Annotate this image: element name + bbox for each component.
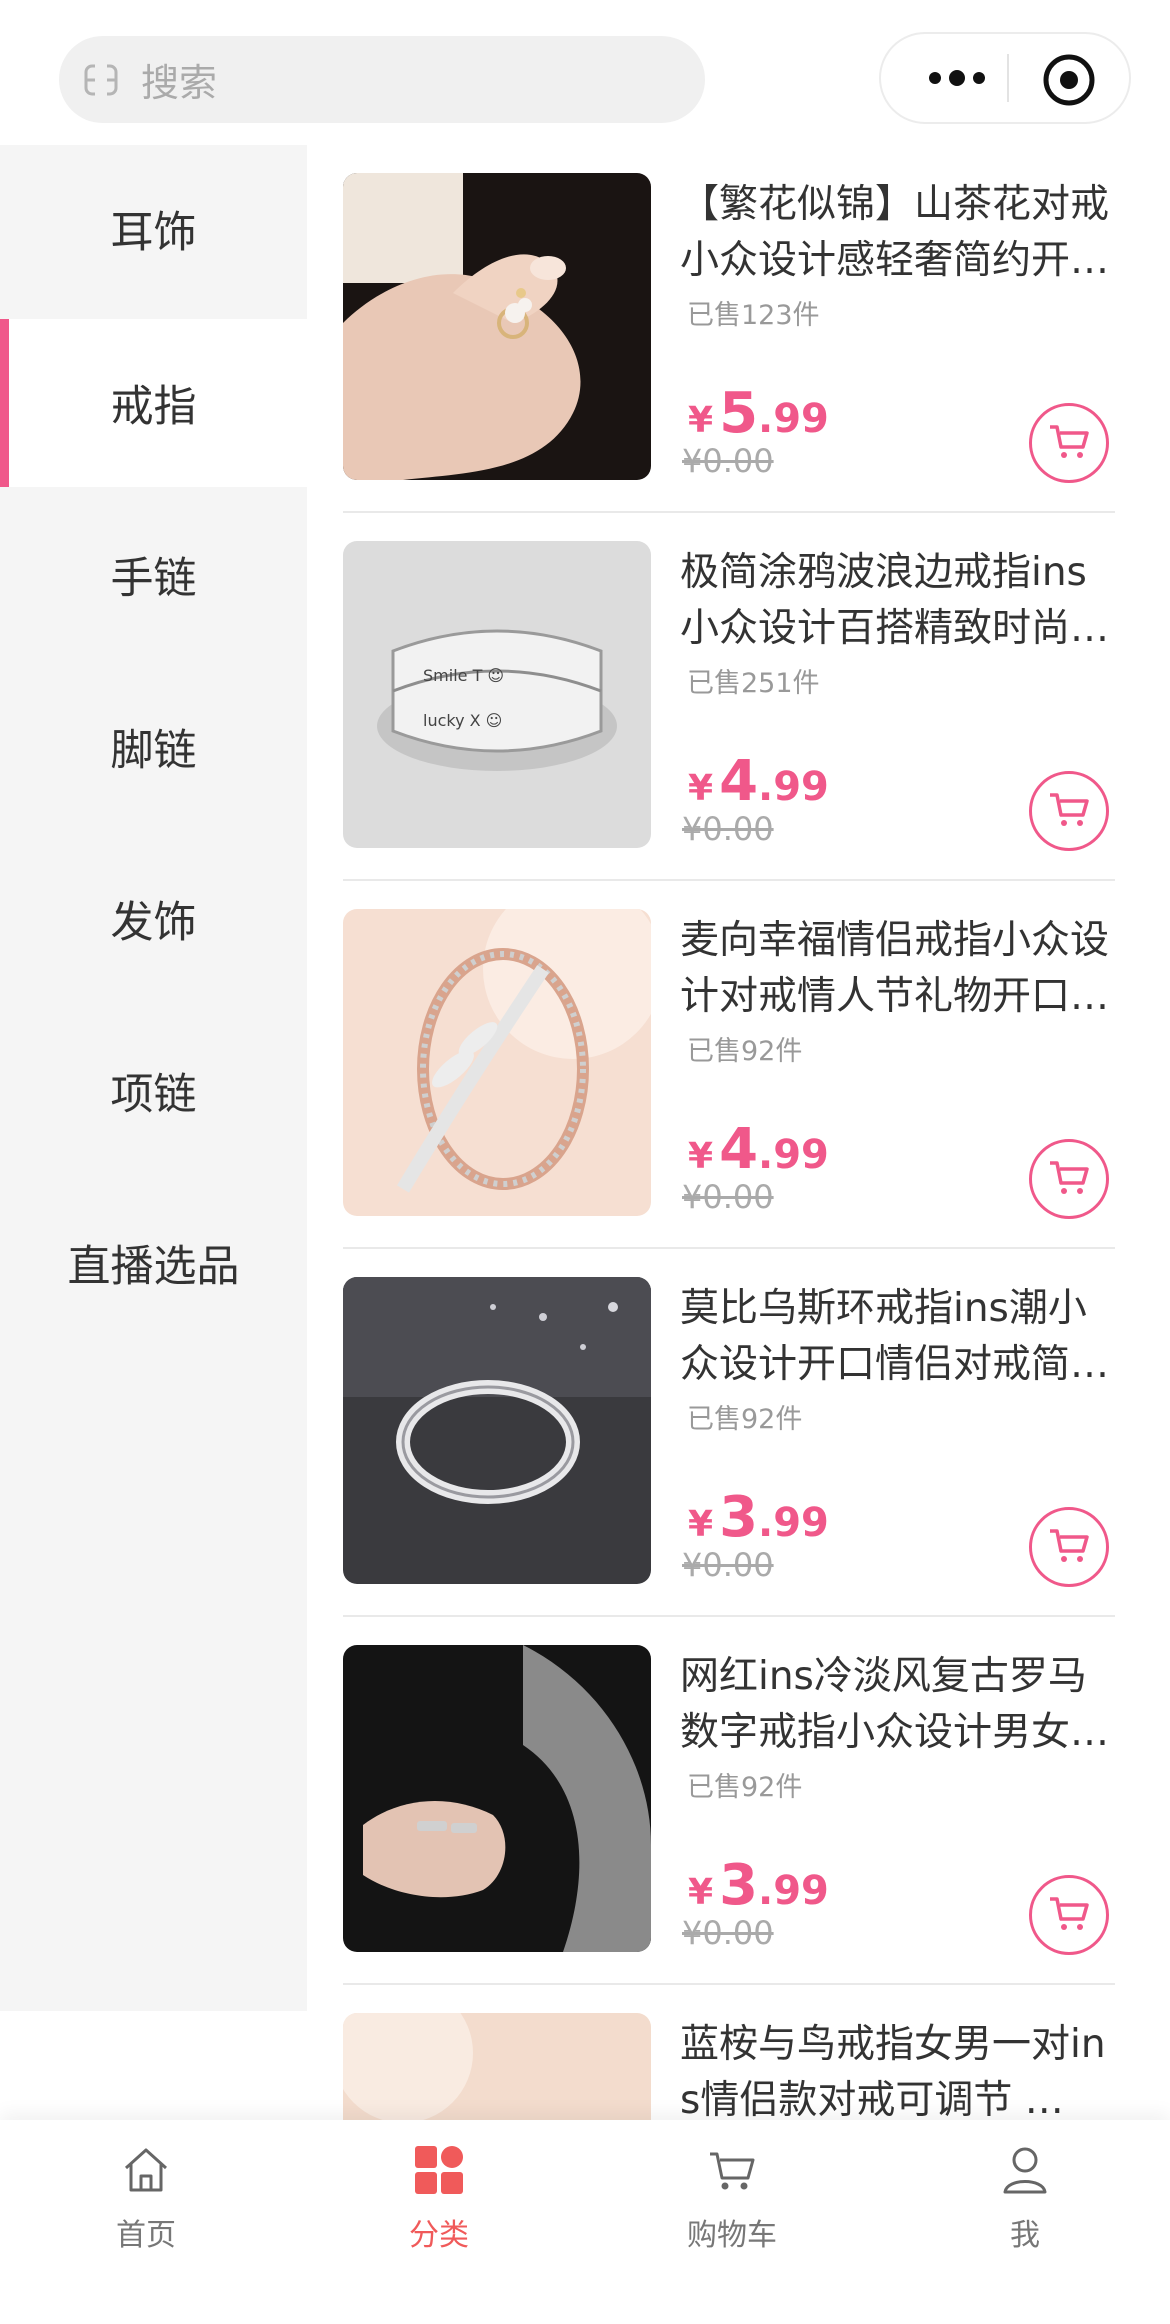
bottom-tab-bar: 首页 分类 购物车 我 [0, 2120, 1170, 2324]
product-item[interactable]: 蓝桉与鸟戒指女男一对ins情侣款对戒可调节 … [343, 1985, 1115, 2120]
original-price: ¥0.00 [682, 1914, 774, 1952]
tab-category-label: 分类 [409, 2218, 469, 2253]
category-icon [411, 2142, 467, 2198]
original-price: ¥0.00 [682, 442, 774, 480]
product-price: ¥ 3 .99 [688, 1853, 829, 1918]
product-price: ¥ 4 .99 [688, 1117, 829, 1182]
tab-profile-label: 我 [1010, 2218, 1040, 2253]
cart-icon [1047, 789, 1091, 833]
price-integer: 3 [719, 1853, 759, 1918]
product-list: 【繁花似锦】山茶花对戒小众设计感轻奢简约开口戒指 已售123件 ¥ 5 .99 … [343, 145, 1115, 2120]
tab-category[interactable]: 分类 [293, 2120, 585, 2280]
tab-cart[interactable]: 购物车 [586, 2120, 878, 2280]
category-necklaces[interactable]: 项链 [0, 1007, 307, 1175]
product-price: ¥ 3 .99 [688, 1485, 829, 1550]
product-price: ¥ 5 .99 [688, 381, 829, 446]
sold-count: 已售123件 [687, 300, 820, 331]
scan-search-icon [83, 61, 119, 98]
original-price: ¥0.00 [682, 810, 774, 848]
tab-home[interactable]: 首页 [0, 2120, 292, 2280]
top-bar: 搜索 [0, 0, 1170, 145]
price-integer: 4 [719, 1117, 759, 1182]
category-earrings[interactable]: 耳饰 [0, 145, 307, 313]
product-item[interactable]: 麦向幸福情侣戒指小众设计对戒情人节礼物开口可调节 已售92件 ¥ 4 .99 ¥… [343, 881, 1115, 1249]
search-placeholder: 搜索 [141, 61, 218, 105]
add-to-cart-button[interactable] [1029, 771, 1109, 851]
original-price: ¥0.00 [682, 1546, 774, 1584]
price-decimal: .99 [758, 396, 829, 442]
price-currency: ¥ [688, 1136, 714, 1177]
sold-count: 已售92件 [687, 1036, 803, 1067]
category-hair-accessories[interactable]: 发饰 [0, 835, 307, 1003]
sold-count: 已售92件 [687, 1772, 803, 1803]
product-title[interactable]: 麦向幸福情侣戒指小众设计对戒情人节礼物开口可调节 [680, 913, 1115, 1025]
product-price: ¥ 4 .99 [688, 749, 829, 814]
product-image[interactable] [343, 1645, 651, 1952]
product-title[interactable]: 【繁花似锦】山茶花对戒小众设计感轻奢简约开口戒指 [680, 177, 1115, 289]
add-to-cart-button[interactable] [1029, 1507, 1109, 1587]
price-integer: 3 [719, 1485, 759, 1550]
product-image[interactable]: Smile T ☺ lucky X ☺ [343, 541, 651, 848]
add-to-cart-button[interactable] [1029, 403, 1109, 483]
price-integer: 4 [719, 749, 759, 814]
category-live-picks[interactable]: 直播选品 [0, 1179, 307, 1347]
original-price: ¥0.00 [682, 1178, 774, 1216]
product-title[interactable]: 网红ins冷淡风复古罗马数字戒指小众设计男女情侣款 [680, 1649, 1115, 1761]
category-anklets[interactable]: 脚链 [0, 663, 307, 831]
product-item[interactable]: 网红ins冷淡风复古罗马数字戒指小众设计男女情侣款 已售92件 ¥ 3 .99 … [343, 1617, 1115, 1985]
price-decimal: .99 [758, 1868, 829, 1914]
tab-home-label: 首页 [116, 2218, 176, 2253]
product-item[interactable]: Smile T ☺ lucky X ☺ 极简涂鸦波浪边戒指ins小众设计百搭精致… [343, 513, 1115, 881]
price-currency: ¥ [688, 1872, 714, 1913]
tab-profile[interactable]: 我 [879, 2120, 1170, 2280]
product-image[interactable] [343, 1277, 651, 1584]
price-currency: ¥ [688, 768, 714, 809]
add-to-cart-button[interactable] [1029, 1139, 1109, 1219]
product-item[interactable]: 【繁花似锦】山茶花对戒小众设计感轻奢简约开口戒指 已售123件 ¥ 5 .99 … [343, 145, 1115, 513]
product-title[interactable]: 蓝桉与鸟戒指女男一对ins情侣款对戒可调节 … [680, 2017, 1115, 2120]
cart-icon [704, 2142, 760, 2198]
product-title[interactable]: 极简涂鸦波浪边戒指ins小众设计百搭精致时尚食指戒 [680, 545, 1115, 657]
product-image[interactable] [343, 2013, 651, 2120]
search-bar[interactable]: 搜索 [59, 36, 705, 123]
mini-program-capsule [879, 32, 1131, 124]
price-decimal: .99 [758, 764, 829, 810]
capsule-divider [1007, 54, 1009, 102]
price-integer: 5 [719, 381, 759, 446]
more-icon[interactable] [915, 54, 999, 102]
sold-count: 已售251件 [687, 668, 820, 699]
tab-cart-label: 购物车 [687, 2218, 777, 2253]
user-icon [997, 2142, 1053, 2198]
price-currency: ¥ [688, 400, 714, 441]
close-target-icon[interactable] [1041, 52, 1097, 108]
cart-icon [1047, 1525, 1091, 1569]
product-item[interactable]: 莫比乌斯环戒指ins潮小众设计开口情侣对戒简约百搭 已售92件 ¥ 3 .99 … [343, 1249, 1115, 1617]
product-image[interactable] [343, 173, 651, 480]
category-bracelets[interactable]: 手链 [0, 491, 307, 659]
product-image[interactable] [343, 909, 651, 1216]
add-to-cart-button[interactable] [1029, 1875, 1109, 1955]
home-icon [118, 2142, 174, 2198]
cart-icon [1047, 421, 1091, 465]
cart-icon [1047, 1157, 1091, 1201]
category-rings[interactable]: 戒指 [0, 319, 307, 487]
price-decimal: .99 [758, 1132, 829, 1178]
svg-text:Smile T ☺: Smile T ☺ [423, 666, 504, 685]
category-sidebar: 耳饰 戒指 手链 脚链 发饰 项链 直播选品 [0, 145, 307, 2011]
svg-text:lucky X ☺: lucky X ☺ [423, 711, 502, 730]
product-title[interactable]: 莫比乌斯环戒指ins潮小众设计开口情侣对戒简约百搭 [680, 1281, 1115, 1393]
price-decimal: .99 [758, 1500, 829, 1546]
sold-count: 已售92件 [687, 1404, 803, 1435]
cart-icon [1047, 1893, 1091, 1937]
price-currency: ¥ [688, 1504, 714, 1545]
